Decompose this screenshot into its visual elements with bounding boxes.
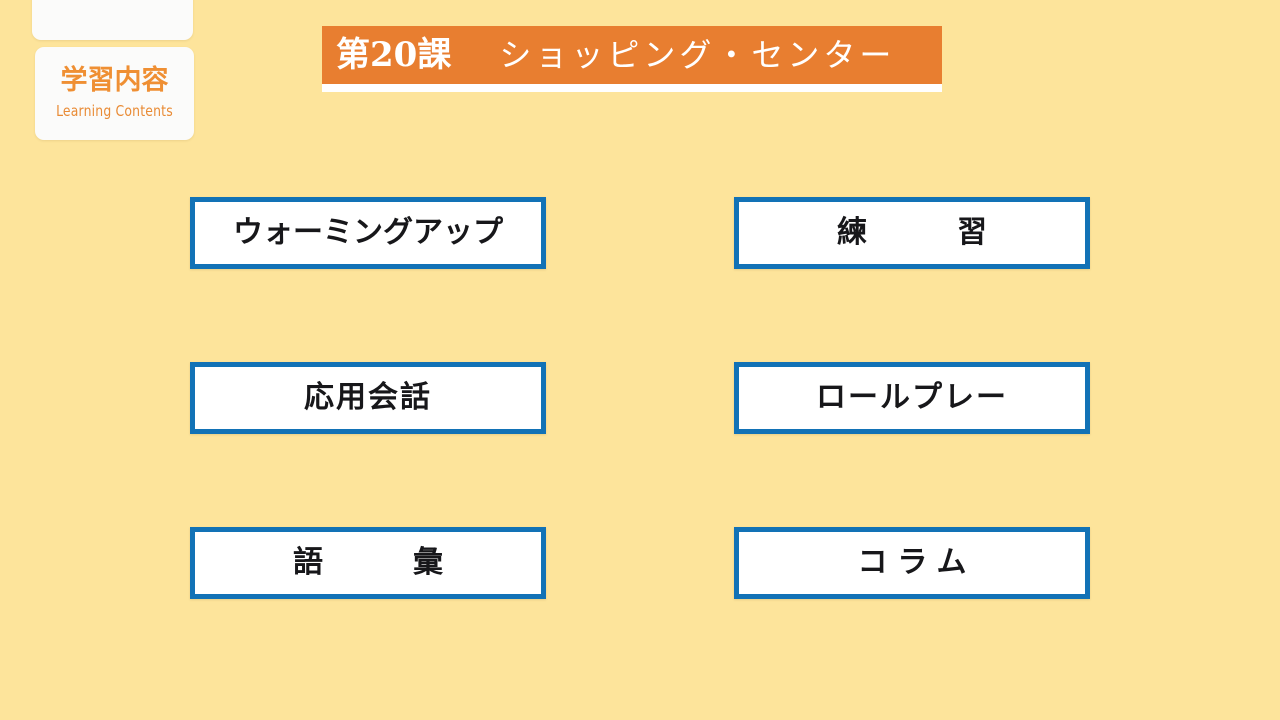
lesson-header-bar: 第20課 ショッピング・センター — [322, 26, 942, 92]
grid-row-gap — [546, 434, 734, 527]
menu-button-practice[interactable]: 練 習 — [734, 197, 1090, 269]
menu-button-column[interactable]: コラム — [734, 527, 1090, 599]
menu-button-warming-up[interactable]: ウォーミングアップ — [190, 197, 546, 269]
lesson-title: ショッピング・センター — [499, 36, 896, 74]
grid-row-gap — [734, 269, 1090, 362]
lesson-header-content: 第20課 ショッピング・センター — [322, 26, 942, 84]
menu-button-label: 応用会話 — [304, 380, 432, 415]
grid-row-gap — [734, 434, 1090, 527]
sidebar-card-title-en: Learning Contents — [56, 102, 173, 121]
grid-row-gap — [190, 434, 546, 527]
menu-button-label: ウォーミングアップ — [233, 215, 503, 250]
menu-button-label: 練 習 — [837, 215, 997, 250]
slide-root: 学習内容 Learning Contents 第20課 ショッピング・センター … — [0, 0, 1280, 720]
contents-grid: ウォーミングアップ 練 習 応用会話 ロールプレー 語 彙 コラム — [190, 197, 1090, 599]
menu-button-role-play[interactable]: ロールプレー — [734, 362, 1090, 434]
grid-row-gap — [546, 269, 734, 362]
grid-column-gap — [546, 527, 734, 599]
grid-column-gap — [546, 197, 734, 269]
menu-button-label: コラム — [857, 545, 977, 580]
menu-button-label: ロールプレー — [816, 380, 1008, 415]
menu-button-applied-conversation[interactable]: 応用会話 — [190, 362, 546, 434]
sidebar-card-title-ja: 学習内容 — [60, 64, 169, 96]
menu-button-label: 語 彙 — [293, 545, 453, 580]
grid-column-gap — [546, 362, 734, 434]
menu-button-vocabulary[interactable]: 語 彙 — [190, 527, 546, 599]
lesson-number: 第20課 — [336, 35, 452, 75]
grid-row-gap — [190, 269, 546, 362]
sidebar-card-learning-contents[interactable]: 学習内容 Learning Contents — [35, 47, 194, 140]
sidebar-card-blank[interactable] — [32, 0, 193, 40]
